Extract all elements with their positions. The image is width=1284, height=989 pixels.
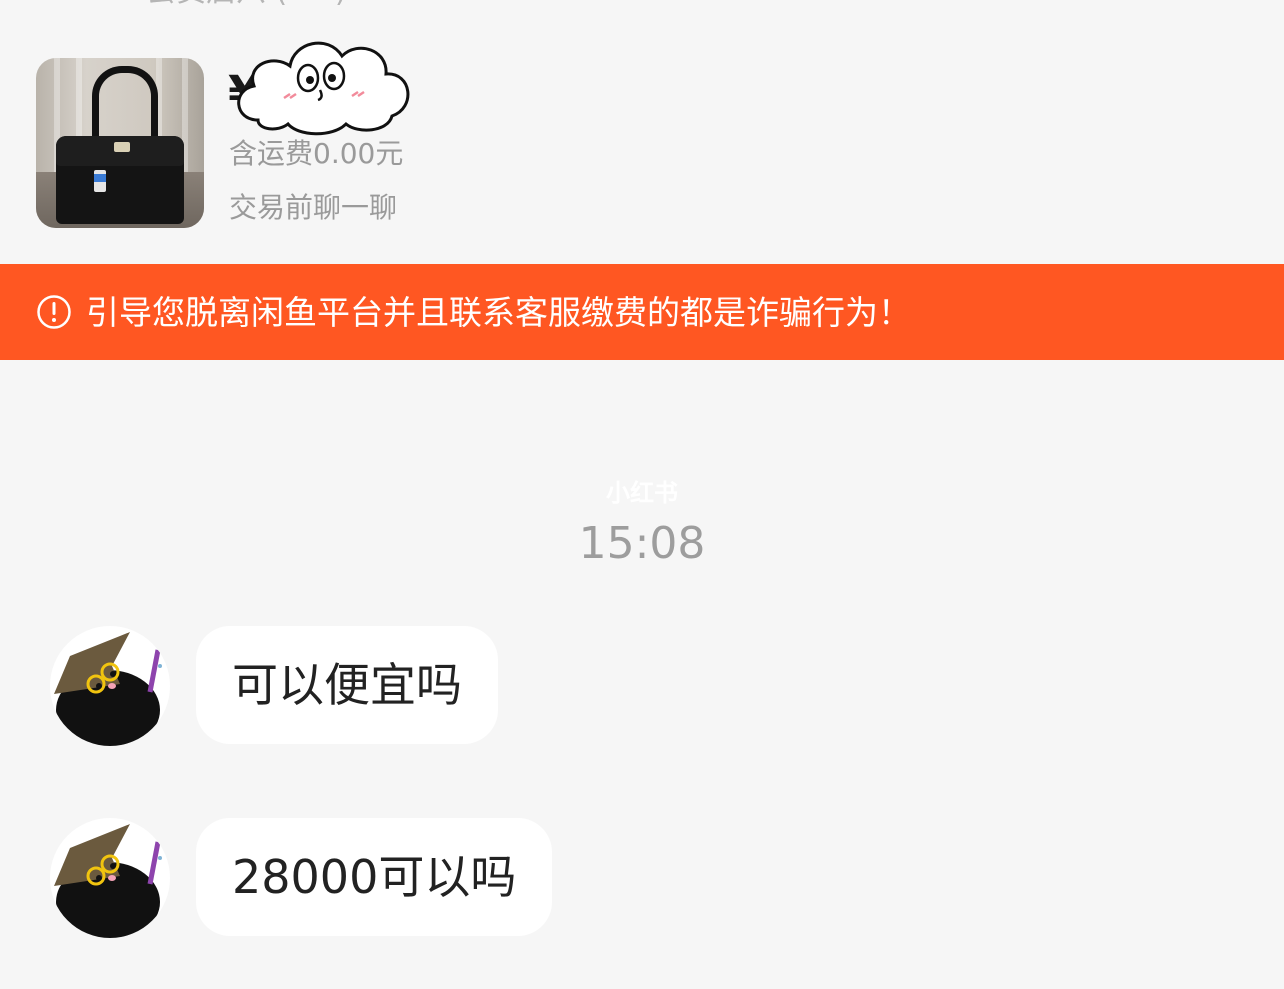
clipped-header-text: 会员启六 ( · · ) [146,0,347,10]
sender-avatar[interactable] [50,818,170,938]
bag-lock [114,142,130,152]
chat-before-trade-text: 交易前聊一聊 [229,191,398,224]
message-text: 28000可以吗 [232,850,517,904]
product-thumbnail[interactable] [36,58,204,228]
message-text: 可以便宜吗 [232,658,462,712]
message-bubble[interactable]: 28000可以吗 [196,818,553,936]
shipping-fee-text: 含运费0.00元 [229,137,404,170]
fraud-warning-text: 引导您脱离闲鱼平台并且联系客服缴费的都是诈骗行为！ [86,293,911,332]
message-timestamp: 15:08 [578,518,706,569]
witch-hat-cat-avatar-icon [54,824,162,938]
cloud-face-sticker-icon [237,41,410,136]
watermark: 小红书 [606,479,678,507]
message-bubble[interactable]: 可以便宜吗 [196,626,498,744]
witch-hat-cat-avatar-icon [54,632,162,746]
exclamation-circle-icon [37,295,71,329]
sender-avatar[interactable] [50,626,170,746]
